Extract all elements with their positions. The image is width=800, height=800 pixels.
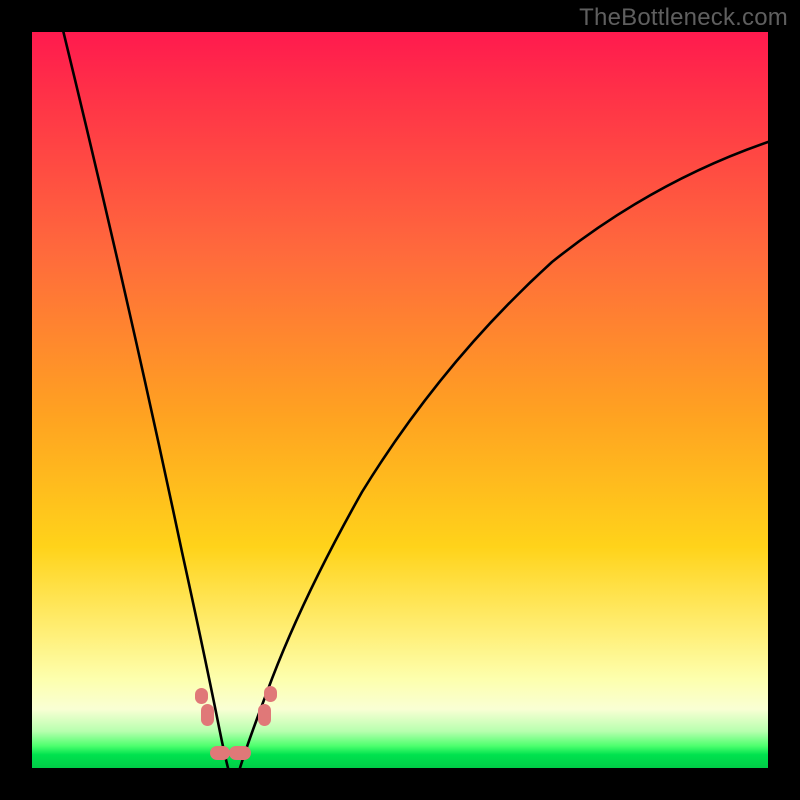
chart-container: TheBottleneck.com xyxy=(0,0,800,800)
curve-left-branch xyxy=(61,32,228,768)
curve-right-branch xyxy=(240,142,768,768)
marker-right-blob-b xyxy=(264,686,277,702)
curve-layer xyxy=(32,32,768,768)
marker-left-blob-b xyxy=(201,704,214,726)
marker-bottom-blob-b xyxy=(229,746,251,760)
marker-left-blob-a xyxy=(195,688,208,704)
marker-right-blob-a xyxy=(258,704,271,726)
plot-area xyxy=(32,32,768,768)
watermark-text: TheBottleneck.com xyxy=(579,4,788,32)
marker-bottom-blob-a xyxy=(210,746,230,760)
